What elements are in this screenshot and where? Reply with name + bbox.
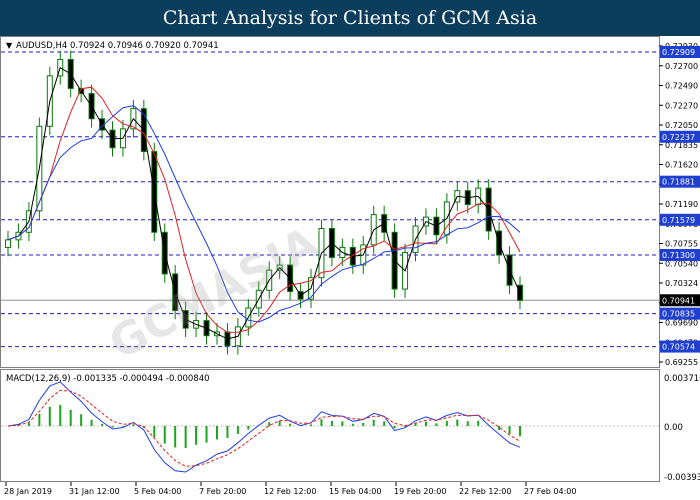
level-label: 0.70835	[662, 310, 695, 319]
macd-scale-bottom: -0.00393	[664, 473, 700, 483]
price-tick-label: 0.70755	[665, 240, 698, 249]
price-tick-label: 0.69255	[665, 358, 698, 367]
time-tick-label: 19 Feb 20:00	[394, 487, 446, 496]
price-tick-label: 0.71620	[665, 161, 698, 170]
macd-scale-mid: 0.00	[664, 423, 683, 433]
chart-header: AUDUSD,H4 0.70924 0.70946 0.70920 0.7094…	[16, 41, 219, 51]
level-label: 0.72237	[662, 133, 695, 142]
price-tick-label: 0.72050	[665, 121, 698, 130]
macd-header: MACD(12,26,9) -0.001335 -0.000494 -0.000…	[6, 374, 210, 384]
level-label: 0.72909	[662, 48, 695, 57]
chart-window[interactable]: GCMASIA ▼ AUDUSD,H4 0.70924 0.70946 0.70…	[0, 36, 700, 500]
price-tick-label: 0.72490	[665, 82, 698, 91]
macd-scale-top: 0.003716	[664, 374, 700, 384]
candle-body	[517, 284, 523, 301]
level-label: 0.71300	[662, 251, 695, 260]
price-chart[interactable]: GCMASIA ▼ AUDUSD,H4 0.70924 0.70946 0.70…	[0, 36, 700, 500]
time-tick-label: 7 Feb 20:00	[199, 487, 246, 496]
price-tick-label: 0.72270	[665, 101, 698, 110]
time-tick-label: 28 Jan 2019	[4, 487, 52, 496]
time-tick-label: 31 Jan 12:00	[69, 487, 120, 496]
level-label: 0.71579	[662, 216, 695, 225]
current-price-label: 0.70941	[662, 296, 695, 305]
time-tick-label: 5 Feb 04:00	[134, 487, 181, 496]
page-title: Chart Analysis for Clients of GCM Asia	[0, 0, 700, 36]
time-tick-label: 27 Feb 04:00	[524, 487, 576, 496]
price-tick-label: 0.72700	[665, 62, 698, 71]
time-tick-label: 15 Feb 04:00	[329, 487, 381, 496]
main-pane[interactable]	[0, 36, 660, 368]
candle-body	[5, 239, 11, 248]
level-label: 0.71881	[662, 178, 695, 187]
price-tick-label: 0.71190	[665, 200, 698, 209]
price-tick-label: 0.70324	[665, 279, 698, 288]
level-label: 0.70574	[662, 343, 695, 352]
time-axis: 28 Jan 2019 31 Jan 12:00 5 Feb 04:00 7 Feb …	[4, 482, 576, 496]
time-tick-label: 22 Feb 12:00	[459, 487, 511, 496]
time-tick-label: 12 Feb 12:00	[264, 487, 316, 496]
price-tick-label: 0.69690	[665, 319, 698, 328]
chart-header-arrow-icon: ▼	[6, 41, 13, 50]
